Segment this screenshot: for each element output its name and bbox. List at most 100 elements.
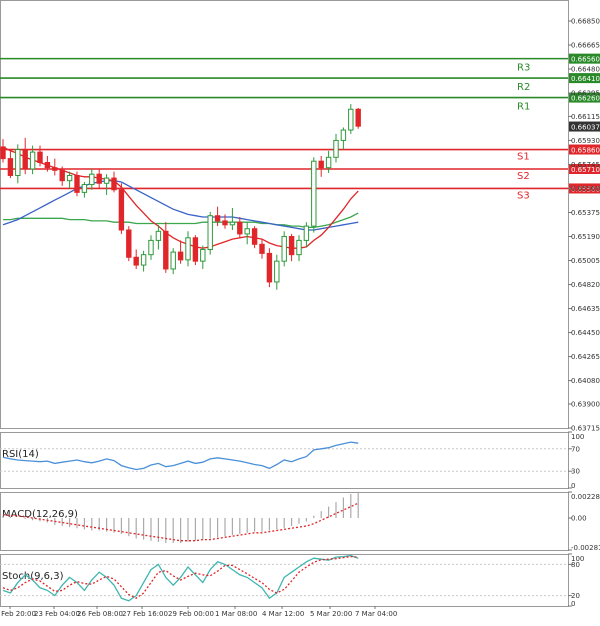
time-tick-label: 27 Feb 16:00 [122,610,168,618]
chart-stage: 0.66560R30.66410R20.66260R10.65860S10.65… [0,0,600,622]
candle-body [30,152,34,169]
candle-body [104,178,108,183]
candle-body [356,109,360,126]
panel-tick-label: 30 [571,468,580,476]
candle-body [97,174,101,183]
price-tick-label: 0.65005 [571,257,600,265]
current-price-label: 0.66037 [571,124,600,132]
candle-body [193,238,197,261]
candle-body [8,159,12,176]
candle-body [304,226,308,240]
candle-body [223,221,227,225]
price-tick-label: 0.64635 [571,305,600,313]
candle-body [90,174,94,184]
level-name-r3: R3 [517,63,530,74]
price-tick-label: 0.65375 [571,209,600,217]
candle-body [238,222,242,234]
price-tick-label: 0.66850 [571,17,600,25]
price-tick-label: 0.63715 [571,425,600,433]
price-tick-label: 0.66115 [571,113,600,121]
rsi-line [3,442,358,469]
candle-body [282,237,286,262]
price-tick-label: 0.64450 [571,329,600,337]
price-tick-label: 0.65745 [571,161,600,169]
candle-body [230,222,234,225]
panel-frame [1,555,569,607]
price-tick-label: 0.65560 [571,185,600,193]
candle-body [171,252,175,269]
level-name-r1: R1 [517,102,530,113]
time-tick-label: 26 Feb 08:00 [77,610,123,618]
panel-tick-label: 80 [571,561,580,569]
candle-body [260,244,264,253]
candle-body [38,152,42,162]
candle-body [289,237,293,255]
candle-body [178,252,182,260]
price-tick-label: 0.65930 [571,137,600,145]
candle-body [201,249,205,261]
level-price-s1: 0.65860 [571,147,600,155]
candlesticks [1,104,361,290]
panel-tick-label: 100 [571,433,584,441]
time-tick-label: 29 Feb 00:00 [168,610,214,618]
candle-body [275,261,279,282]
panel-tick-label: 70 [571,445,580,453]
price-tick-label: 0.64265 [571,353,600,361]
candle-body [23,150,27,169]
level-name-r2: R2 [517,82,530,93]
time-tick-label: 23 Feb 04:00 [34,610,80,618]
candle-body [45,162,49,167]
candle-body [141,255,145,265]
candle-body [149,240,153,254]
main-panel [1,1,569,429]
candle-body [349,109,353,130]
panel-tick-label: -0.002813 [571,544,600,552]
candle-body [127,230,131,257]
time-tick-label: 1 Mar 08:00 [215,610,257,618]
candle-body [245,229,249,234]
candle-body [112,178,116,190]
candle-body [164,231,168,269]
candle-body [75,175,79,192]
panel-tick-label: 0 [571,600,575,608]
time-tick-label: 5 Mar 20:00 [310,610,352,618]
panel-tick-label: 0.002284 [571,493,600,501]
candle-body [267,253,271,282]
candle-body [341,130,345,140]
price-tick-label: 0.66665 [571,42,600,50]
candle-body [186,238,190,260]
candle-body [134,257,138,265]
level-name-s2: S2 [517,171,530,182]
panel-tick-label: 0 [571,482,575,490]
candle-body [334,140,338,157]
candle-body [82,185,86,193]
candle-body [119,190,123,230]
price-tick-label: 0.66295 [571,90,600,98]
level-name-s1: S1 [517,152,530,163]
candle-body [67,175,71,180]
candle-body [297,240,301,254]
price-tick-label: 0.66480 [571,66,600,74]
rsi-panel: 10070300RSI(14) [0,432,584,490]
level-name-s3: S3 [517,190,530,201]
panel-tick-label: 0.00 [571,514,587,522]
time-tick-label: 7 Mar 04:00 [355,610,397,618]
level-price-r3: 0.66560 [571,56,600,64]
ma-slow-line [3,213,358,227]
macd-panel: 0.0022840.00-0.002813MACD(12,26,9) [1,492,600,552]
main-panel-frame [1,1,569,429]
candle-body [156,231,160,240]
candle-body [60,170,64,180]
price-tick-label: 0.64080 [571,377,600,385]
time-tick-label: 4 Mar 12:00 [262,610,304,618]
candle-body [215,216,219,221]
level-price-r2: 0.66410 [571,75,600,83]
candle-body [208,216,212,250]
candle-body [319,161,323,167]
time-tick-label: 21 Feb 20:00 [0,610,36,618]
panel-tick-label: 20 [571,592,580,600]
time-axis: 21 Feb 20:0023 Feb 04:0026 Feb 08:0027 F… [0,606,397,618]
candle-body [312,161,316,226]
candle-body [53,168,57,171]
price-tick-label: 0.64820 [571,281,600,289]
